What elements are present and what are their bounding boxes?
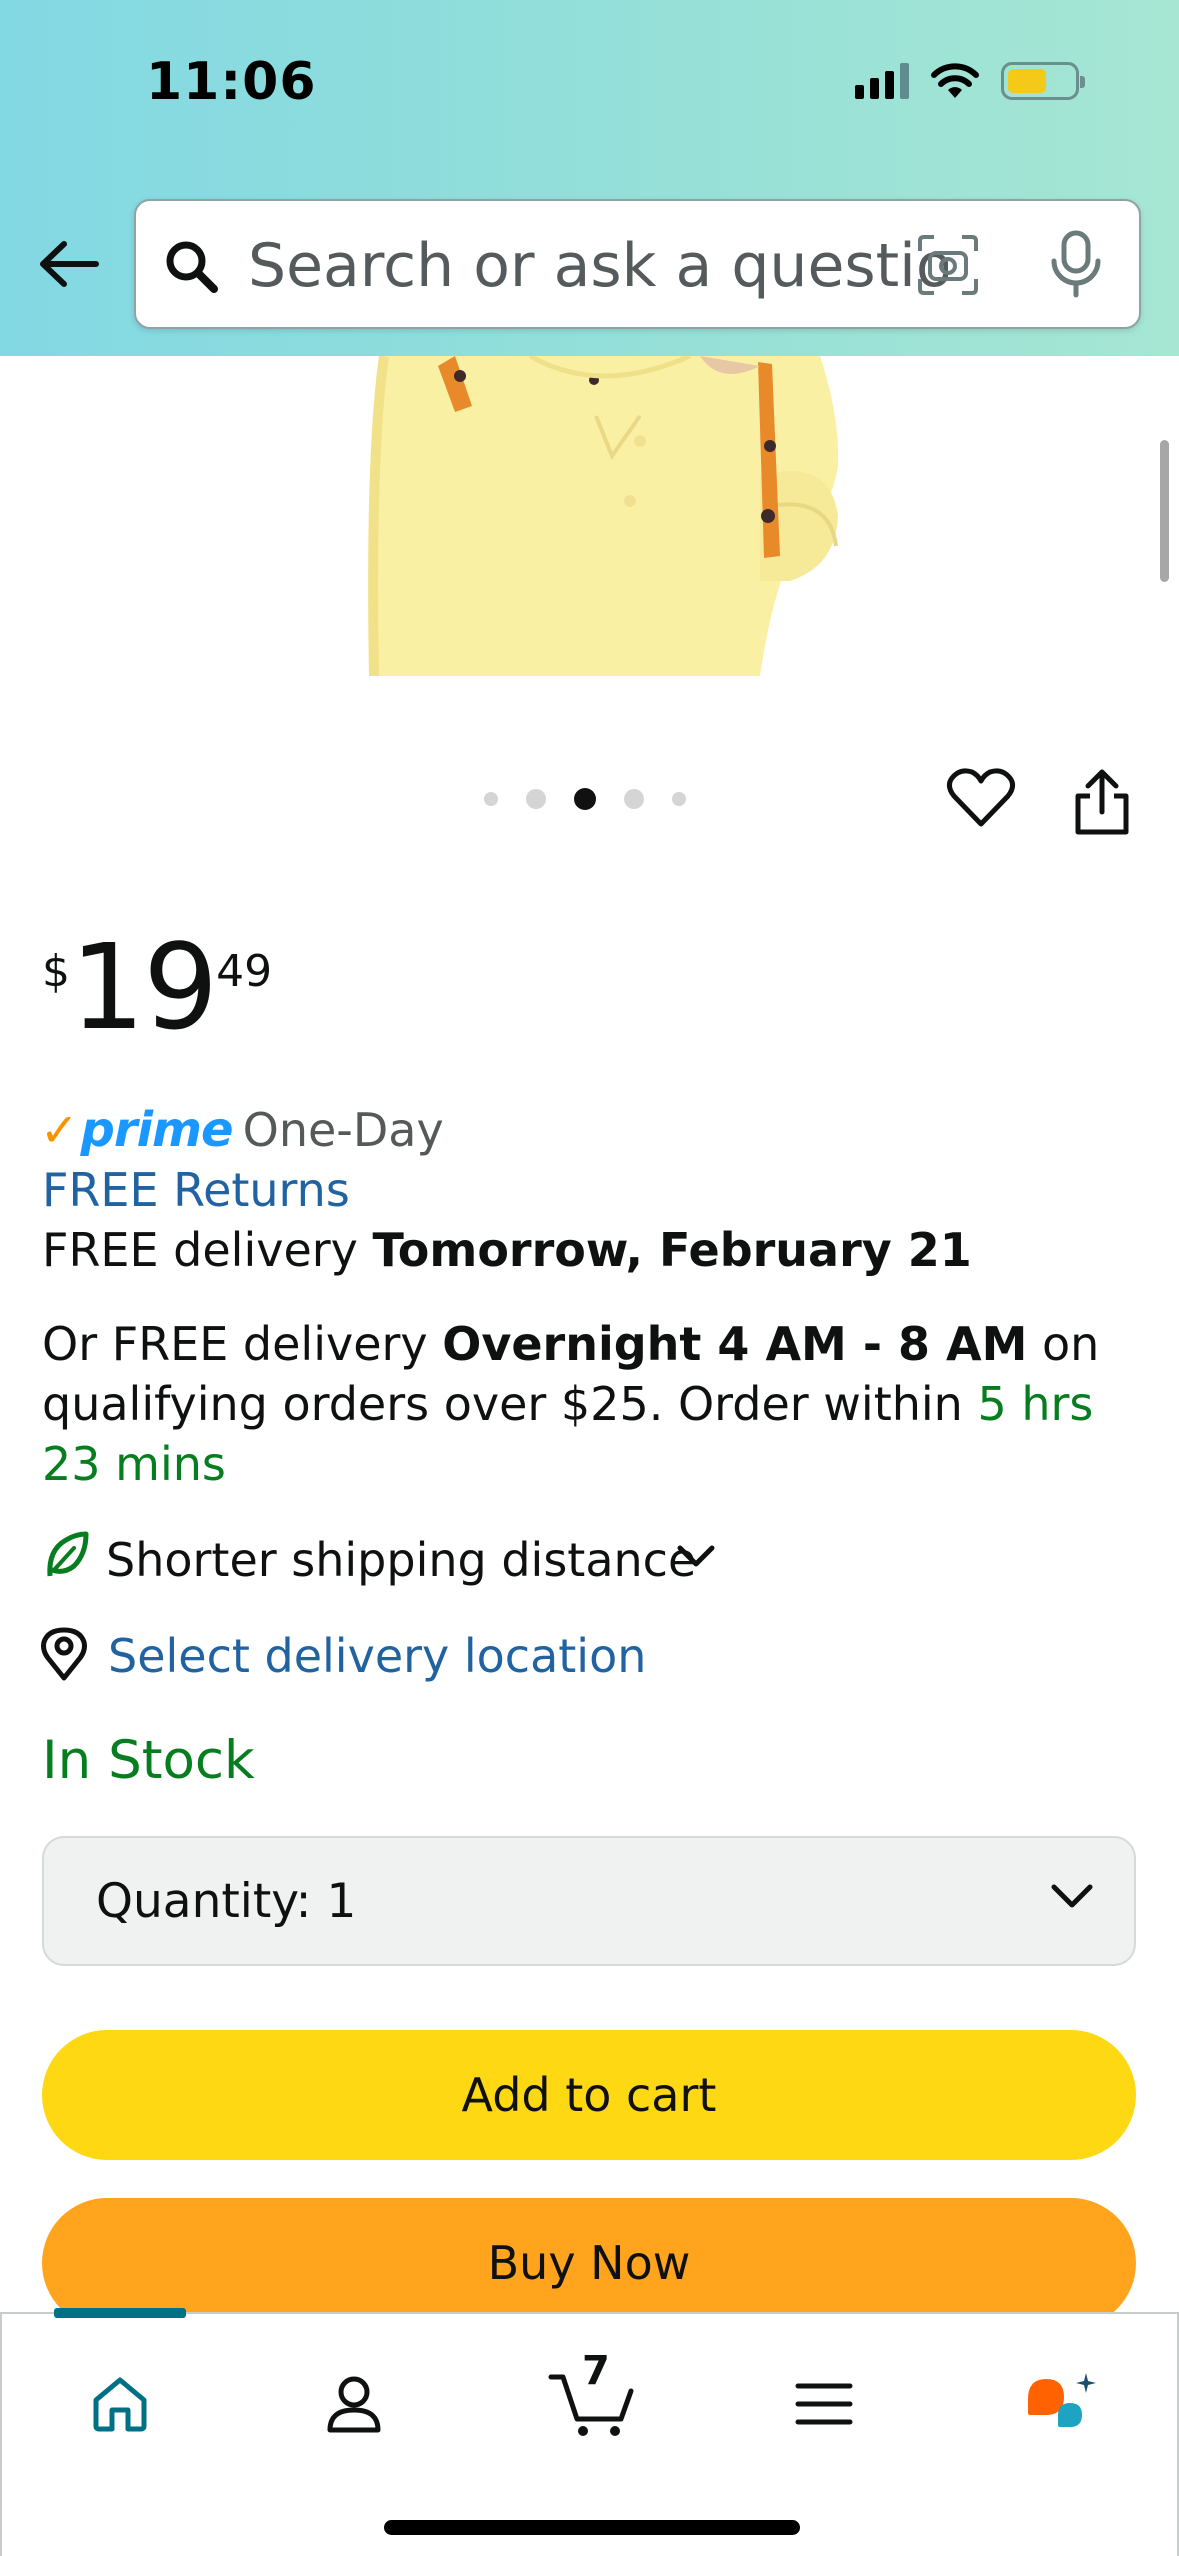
select-delivery-location-link[interactable]: Select delivery location	[108, 1626, 646, 1686]
shipping-distance-toggle[interactable]: Shorter shipping distance	[106, 1530, 696, 1590]
bottom-tab-bar: 7	[0, 2308, 1179, 2556]
leaf-icon	[47, 1531, 89, 1577]
price-fraction: 49	[216, 946, 273, 997]
back-button[interactable]	[30, 226, 106, 302]
home-indicator	[384, 2520, 800, 2535]
prime-check-icon: ✓	[40, 1103, 79, 1157]
quantity-value: 1	[326, 1874, 357, 1929]
product-photo	[368, 356, 839, 676]
camera-lens-icon[interactable]	[916, 233, 980, 297]
scroll-indicator[interactable]	[1160, 440, 1169, 582]
chevron-down-icon	[1051, 1884, 1093, 1908]
overnight-delivery-info: Or FREE delivery Overnight 4 AM - 8 AM o…	[42, 1314, 1152, 1494]
search-input[interactable]: Search or ask a question	[134, 199, 1141, 329]
prime-badge: ✓ prime One-Day	[40, 1102, 444, 1158]
product-price: $ 19 49	[42, 928, 272, 1046]
heart-icon[interactable]	[946, 766, 1016, 830]
pagination-dot[interactable]	[672, 792, 686, 806]
price-whole: 19	[70, 918, 218, 1056]
back-arrow-icon	[40, 241, 99, 287]
microphone-icon[interactable]	[1048, 229, 1104, 299]
stock-status: In Stock	[42, 1730, 255, 1791]
menu-icon	[795, 2383, 853, 2425]
product-image[interactable]	[0, 356, 1179, 676]
pagination-dot-active[interactable]	[574, 788, 596, 810]
status-time: 11:06	[146, 52, 317, 112]
tab-home[interactable]	[60, 2354, 180, 2454]
home-icon	[93, 2377, 147, 2432]
quantity-dropdown[interactable]: Quantity: 1	[42, 1836, 1136, 1966]
buy-now-button[interactable]: Buy Now	[42, 2198, 1136, 2328]
location-pin-icon	[41, 1627, 87, 1681]
free-delivery-date: Tomorrow, February 21	[372, 1223, 972, 1277]
cellular-signal-icon	[855, 63, 909, 99]
wifi-icon	[931, 63, 979, 98]
add-to-cart-button[interactable]: Add to cart	[42, 2030, 1136, 2160]
search-icon	[166, 241, 218, 293]
battery-icon	[1001, 62, 1085, 100]
tab-cart[interactable]: 7	[532, 2348, 652, 2454]
chevron-down-icon[interactable]	[676, 1544, 716, 1570]
free-delivery-prefix: FREE delivery	[42, 1223, 373, 1277]
account-icon	[327, 2376, 381, 2433]
cart-count-badge: 7	[582, 2348, 610, 2394]
tab-rufus[interactable]	[1000, 2354, 1120, 2454]
image-pagination[interactable]	[484, 788, 686, 810]
status-icons	[855, 62, 1085, 100]
prime-logo: prime	[80, 1102, 234, 1158]
tab-account[interactable]	[294, 2354, 414, 2454]
search-placeholder: Search or ask a question	[248, 231, 948, 301]
free-returns-link[interactable]: FREE Returns	[42, 1160, 350, 1220]
top-header: 11:06 Search or ask a question	[0, 0, 1179, 356]
rufus-icon	[1028, 2373, 1096, 2427]
active-tab-indicator	[54, 2308, 186, 2318]
quantity-label-wrap: Quantity: 1	[96, 1874, 356, 1929]
price-currency: $	[42, 946, 70, 997]
pagination-dot[interactable]	[484, 792, 498, 806]
overnight-prefix: Or FREE delivery	[42, 1317, 443, 1371]
free-delivery-line: FREE delivery Tomorrow, February 21	[42, 1220, 972, 1280]
pagination-dot[interactable]	[624, 789, 644, 809]
quantity-label: Quantity:	[96, 1874, 312, 1929]
shipping-distance-label: Shorter shipping distance	[106, 1533, 697, 1587]
tab-menu[interactable]	[764, 2354, 884, 2454]
overnight-window: Overnight 4 AM - 8 AM	[442, 1317, 1028, 1371]
prime-one-day-label: One-Day	[242, 1103, 444, 1157]
pagination-dot[interactable]	[526, 789, 546, 809]
share-icon[interactable]	[1070, 768, 1134, 838]
